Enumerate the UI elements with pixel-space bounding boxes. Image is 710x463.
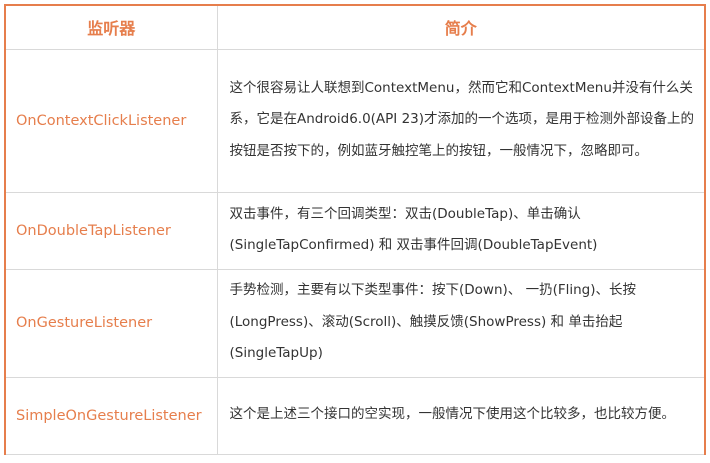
table-body: OnContextClickListener 这个很容易让人联想到Context… xyxy=(4,48,706,455)
table-row: OnContextClickListener 这个很容易让人联想到Context… xyxy=(4,48,706,193)
header-listener: 监听器 xyxy=(4,4,218,50)
listener-table: 监听器 简介 OnContextClickListener 这个很容易让人联想到… xyxy=(4,4,706,455)
listener-description: 这个很容易让人联想到ContextMenu，然而它和ContextMenu并没有… xyxy=(216,48,706,193)
listener-name: OnDoubleTapListener xyxy=(4,191,218,270)
table-row: SimpleOnGestureListener 这个是上述三个接口的空实现，一般… xyxy=(4,376,706,455)
listener-name: OnContextClickListener xyxy=(4,48,218,193)
listener-description: 手势检测，主要有以下类型事件：按下(Down)、 一扔(Fling)、长按(Lo… xyxy=(216,268,706,378)
table-row: OnDoubleTapListener 双击事件，有三个回调类型：双击(Doub… xyxy=(4,191,706,270)
table-header: 监听器 简介 xyxy=(4,4,706,50)
listener-name: SimpleOnGestureListener xyxy=(4,376,218,455)
header-row: 监听器 简介 xyxy=(4,4,706,50)
header-description: 简介 xyxy=(216,4,706,50)
listener-description: 双击事件，有三个回调类型：双击(DoubleTap)、单击确认(SingleTa… xyxy=(216,191,706,270)
listener-description: 这个是上述三个接口的空实现，一般情况下使用这个比较多，也比较方便。 xyxy=(216,376,706,455)
listener-name: OnGestureListener xyxy=(4,268,218,378)
table-row: OnGestureListener 手势检测，主要有以下类型事件：按下(Down… xyxy=(4,268,706,378)
